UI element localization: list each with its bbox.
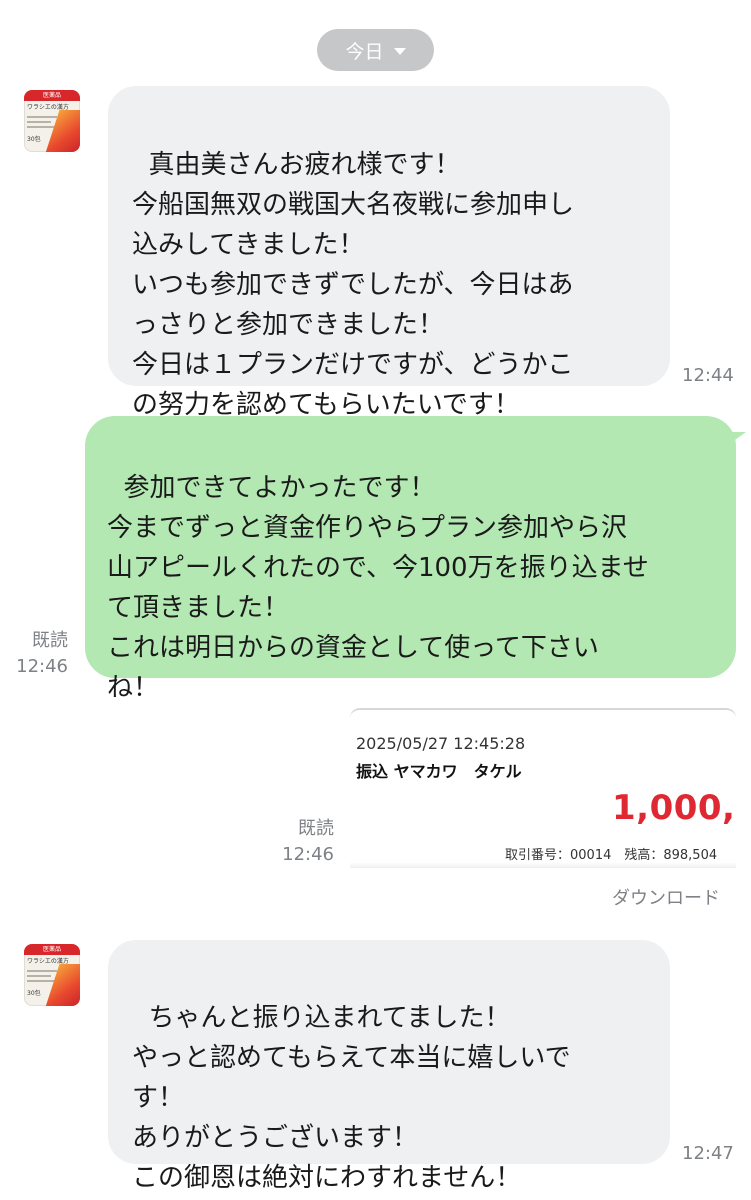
transfer-footer: 取引番号：00014 残高：898,504 xyxy=(505,848,718,863)
read-receipt: 既読 xyxy=(32,630,68,651)
sender-avatar[interactable]: 医薬品 ワラシエの漢方 30包 xyxy=(24,944,80,1006)
bubble-tail xyxy=(732,432,746,442)
transfer-datetime: 2025/05/27 12:45:28 xyxy=(356,734,526,753)
transfer-screenshot-image[interactable]: 2025/05/27 12:45:28 振込 ヤマカワ タケル 1,000,00… xyxy=(350,708,736,868)
date-divider[interactable]: 今日 xyxy=(317,29,434,71)
read-receipt: 既読 xyxy=(298,818,334,839)
sender-avatar[interactable]: 医薬品 ワラシエの漢方 30包 xyxy=(24,90,80,152)
message-time: 12:46 xyxy=(16,656,68,677)
download-link[interactable]: ダウンロード xyxy=(580,884,720,910)
message-meta: 既読 12:46 xyxy=(10,628,68,680)
message-text: ちゃんと振り込まれてました！ やっと認めてもらえて本当に嬉しいで す！ ありがと… xyxy=(132,1003,571,1193)
message-text: 参加できてよかったです！ 今までずっと資金作りやらプラン参加やら沢 山アピールく… xyxy=(107,473,649,703)
avatar-band-text: 医薬品 xyxy=(42,92,61,99)
chevron-down-icon xyxy=(393,47,406,55)
message-bubble-outgoing[interactable]: 参加できてよかったです！ 今までずっと資金作りやらプラン参加やら沢 山アピールく… xyxy=(85,416,746,703)
avatar-dose: 30包 xyxy=(27,990,41,997)
message-time: 12:47 xyxy=(682,1143,734,1164)
message-text: 真由美さんお疲れ様です！ 今船国無双の戦国大名夜戦に参加申し 込みしてきました！… xyxy=(132,150,575,420)
avatar-band-text: 医薬品 xyxy=(42,946,61,953)
message-bubble-incoming[interactable]: ちゃんと振り込まれてました！ やっと認めてもらえて本当に嬉しいで す！ ありがと… xyxy=(108,940,670,1193)
message-time: 12:46 xyxy=(282,844,334,865)
message-meta: 既読 12:46 xyxy=(276,816,334,868)
transfer-payee: 振込 ヤマカワ タケル xyxy=(356,762,522,781)
avatar-dose: 30包 xyxy=(27,136,41,143)
date-divider-label: 今日 xyxy=(345,40,384,63)
message-time: 12:44 xyxy=(682,365,734,386)
message-bubble-incoming[interactable]: 真由美さんお疲れ様です！ 今船国無双の戦国大名夜戦に参加申し 込みしてきました！… xyxy=(108,86,670,420)
transfer-amount: 1,000,00 xyxy=(612,788,736,828)
